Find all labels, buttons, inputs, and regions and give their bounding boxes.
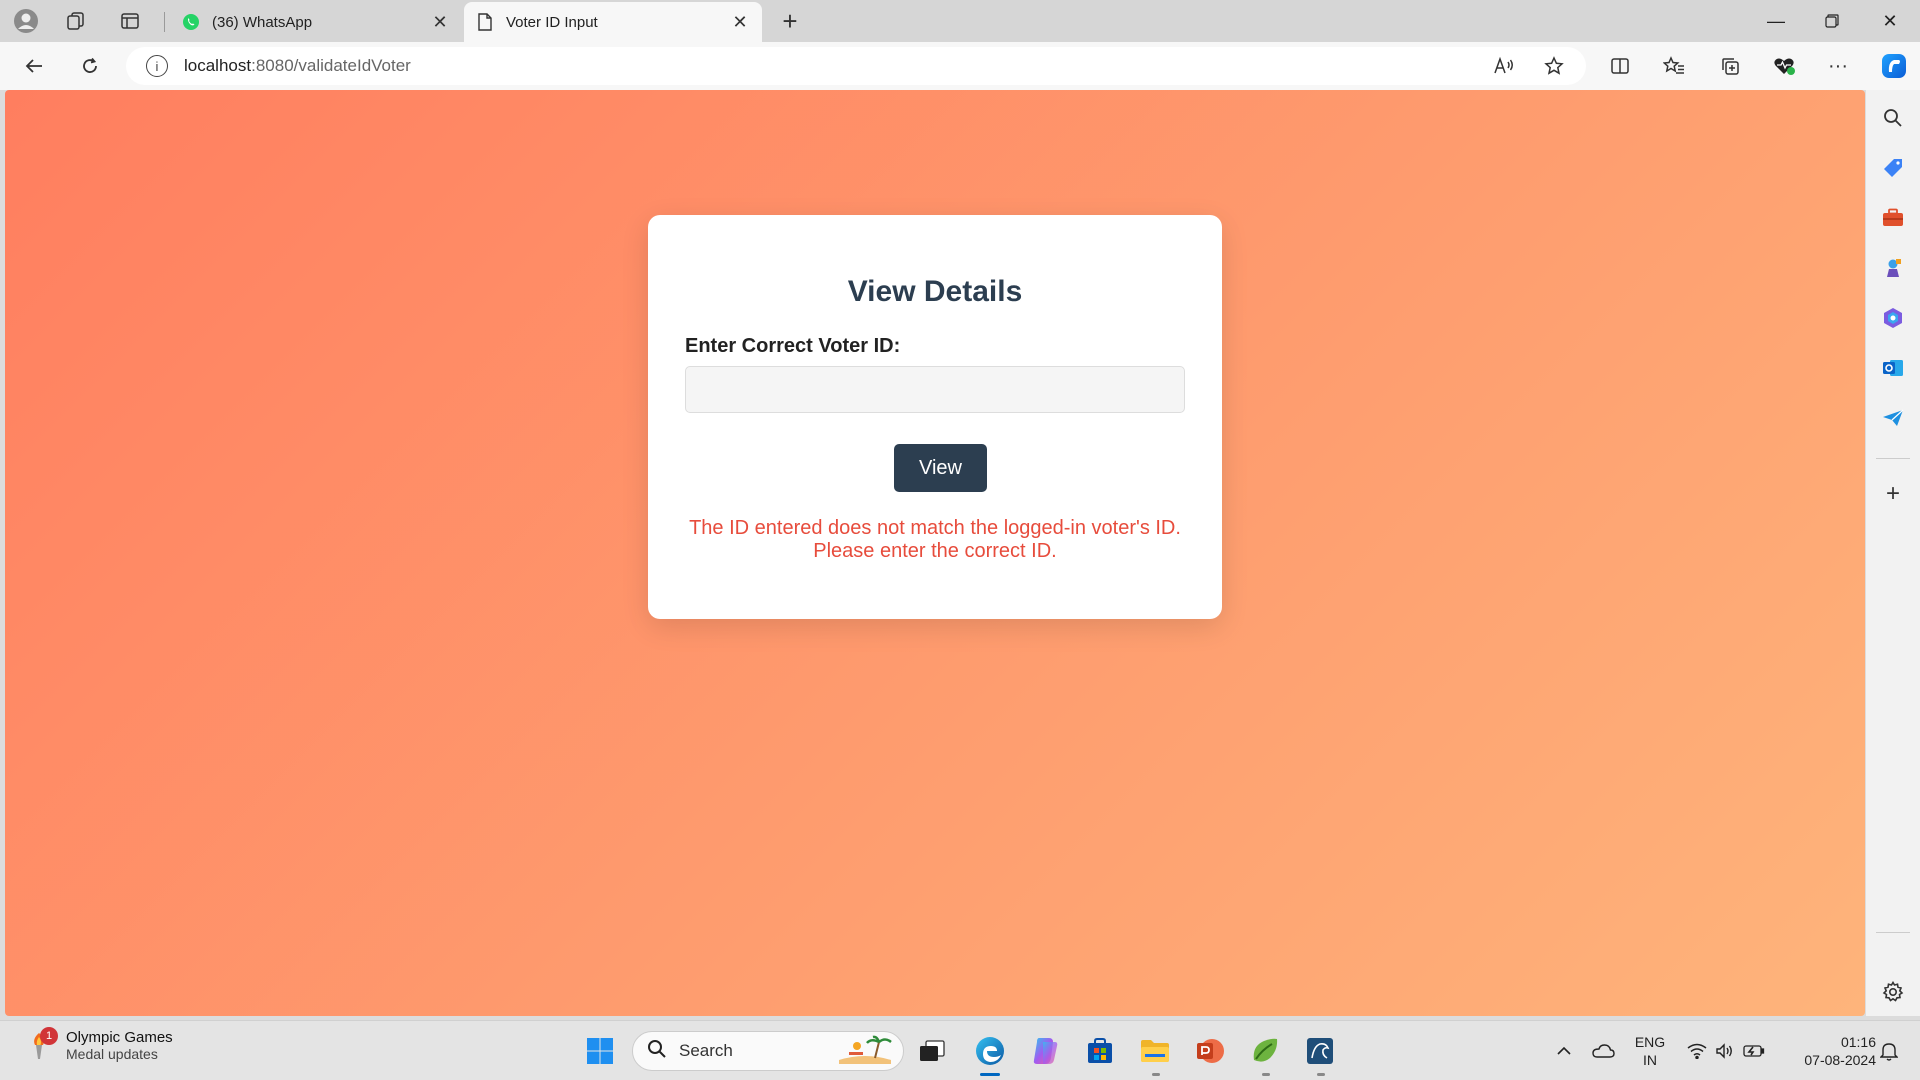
add-icon[interactable]: + xyxy=(1879,480,1907,508)
tab-voter-id-input[interactable]: Voter ID Input ✕ xyxy=(464,2,762,42)
favorites-icon[interactable] xyxy=(1656,50,1692,82)
send-paper-plane-icon[interactable] xyxy=(1879,404,1907,432)
onedrive-cloud-icon[interactable] xyxy=(1588,1033,1618,1069)
window-close-icon[interactable]: ✕ xyxy=(1862,0,1918,42)
mysql-workbench-icon[interactable] xyxy=(1302,1033,1338,1069)
file-explorer-icon[interactable] xyxy=(1137,1033,1173,1069)
error-message-line-2: Please enter the correct ID. xyxy=(813,540,1057,562)
clock-date: 07-08-2024 xyxy=(1804,1052,1876,1068)
page-icon xyxy=(476,13,494,31)
copilot-icon[interactable] xyxy=(1876,50,1912,82)
windows-taskbar: 1 Olympic Games Medal updates Search ENG… xyxy=(0,1020,1920,1080)
tab-whatsapp[interactable]: (36) WhatsApp ✕ xyxy=(170,2,462,42)
page-viewport: View Details Enter Correct Voter ID: Vie… xyxy=(5,90,1865,1016)
microsoft-store-icon[interactable] xyxy=(1082,1033,1118,1069)
workbench-open-indicator xyxy=(1317,1073,1325,1076)
read-aloud-icon[interactable] xyxy=(1486,50,1522,82)
search-placeholder: Search xyxy=(679,1041,733,1060)
error-message-line-1: The ID entered does not match the logged… xyxy=(689,517,1181,539)
search-icon[interactable] xyxy=(1879,104,1907,132)
collections-icon[interactable] xyxy=(1712,50,1748,82)
voter-id-input[interactable] xyxy=(685,366,1185,413)
task-view-icon[interactable] xyxy=(914,1033,950,1069)
tab-title: Voter ID Input xyxy=(506,13,598,31)
refresh-icon[interactable] xyxy=(72,50,108,82)
language-code: ENG xyxy=(1634,1034,1666,1050)
region-code: IN xyxy=(1643,1052,1657,1068)
wifi-icon[interactable] xyxy=(1684,1033,1710,1069)
tab-separator xyxy=(164,12,165,32)
search-icon xyxy=(647,1039,667,1064)
browser-tab-bar: (36) WhatsApp ✕ Voter ID Input ✕ + — ✕ xyxy=(0,0,1920,42)
url-host: localhost xyxy=(184,56,252,75)
sidebar-divider xyxy=(1876,458,1910,459)
settings-gear-icon[interactable] xyxy=(1879,978,1907,1006)
shopping-tag-icon[interactable] xyxy=(1879,154,1907,182)
torch-icon: 1 xyxy=(26,1026,58,1061)
tab-actions-icon[interactable] xyxy=(112,8,148,34)
page-title: View Details xyxy=(847,275,1023,308)
chevron-up-icon[interactable] xyxy=(1552,1033,1576,1069)
split-screen-icon[interactable] xyxy=(1602,50,1638,82)
site-info-icon[interactable]: i xyxy=(146,55,168,77)
edge-active-indicator xyxy=(980,1073,1000,1076)
workspaces-icon[interactable] xyxy=(58,8,94,34)
news-subtitle: Medal updates xyxy=(66,1046,158,1062)
spring-tool-suite-icon[interactable] xyxy=(1247,1033,1283,1069)
sts-open-indicator xyxy=(1262,1073,1270,1076)
volume-icon[interactable] xyxy=(1712,1033,1738,1069)
address-bar[interactable]: i localhost:8080/validateIdVoter xyxy=(126,47,1586,85)
explorer-open-indicator xyxy=(1152,1073,1160,1076)
back-arrow-icon[interactable] xyxy=(16,50,52,82)
language-indicator[interactable]: ENG IN xyxy=(1628,1033,1672,1069)
tab-title: (36) WhatsApp xyxy=(212,13,313,31)
notification-bell-icon[interactable] xyxy=(1874,1033,1904,1069)
battery-charging-icon[interactable] xyxy=(1740,1033,1768,1069)
powerpoint-icon[interactable] xyxy=(1192,1033,1228,1069)
profile-icon[interactable] xyxy=(8,8,44,34)
close-icon[interactable]: ✕ xyxy=(730,12,750,33)
clock[interactable]: 01:16 07-08-2024 xyxy=(1780,1033,1876,1069)
voter-id-label: Enter Correct Voter ID: xyxy=(685,335,901,357)
copilot-app-icon[interactable] xyxy=(1027,1033,1063,1069)
tools-briefcase-icon[interactable] xyxy=(1879,204,1907,232)
view-details-card: View Details Enter Correct Voter ID: Vie… xyxy=(648,215,1222,619)
more-options-icon[interactable]: ··· xyxy=(1820,50,1856,82)
edge-browser-icon[interactable] xyxy=(972,1033,1008,1069)
minimize-icon[interactable]: — xyxy=(1748,0,1804,42)
microsoft-365-icon[interactable] xyxy=(1879,304,1907,332)
favorite-star-icon[interactable] xyxy=(1536,50,1572,82)
clock-time: 01:16 xyxy=(1840,1034,1876,1050)
close-icon[interactable]: ✕ xyxy=(430,12,450,33)
browser-sidebar: + xyxy=(1866,90,1920,1016)
taskbar-search-box[interactable]: Search xyxy=(632,1031,904,1071)
beach-scene-icon xyxy=(837,1034,893,1069)
url-path: :8080/validateIdVoter xyxy=(251,56,411,75)
windows-start-icon[interactable] xyxy=(582,1033,618,1069)
outlook-icon[interactable] xyxy=(1879,354,1907,382)
games-icon[interactable] xyxy=(1879,254,1907,282)
restore-icon[interactable] xyxy=(1804,0,1860,42)
notification-badge: 1 xyxy=(40,1026,58,1045)
news-title: Olympic Games xyxy=(66,1029,173,1046)
sidebar-divider xyxy=(1876,932,1910,933)
error-message: The ID entered does not match the logged… xyxy=(668,517,1202,563)
whatsapp-icon xyxy=(182,13,200,31)
view-button[interactable]: View xyxy=(894,444,987,492)
browser-toolbar: i localhost:8080/validateIdVoter ··· xyxy=(0,42,1920,90)
news-widget[interactable]: 1 Olympic Games Medal updates xyxy=(26,1026,173,1062)
new-tab-button[interactable]: + xyxy=(774,6,806,36)
browser-essentials-icon[interactable] xyxy=(1766,50,1802,82)
